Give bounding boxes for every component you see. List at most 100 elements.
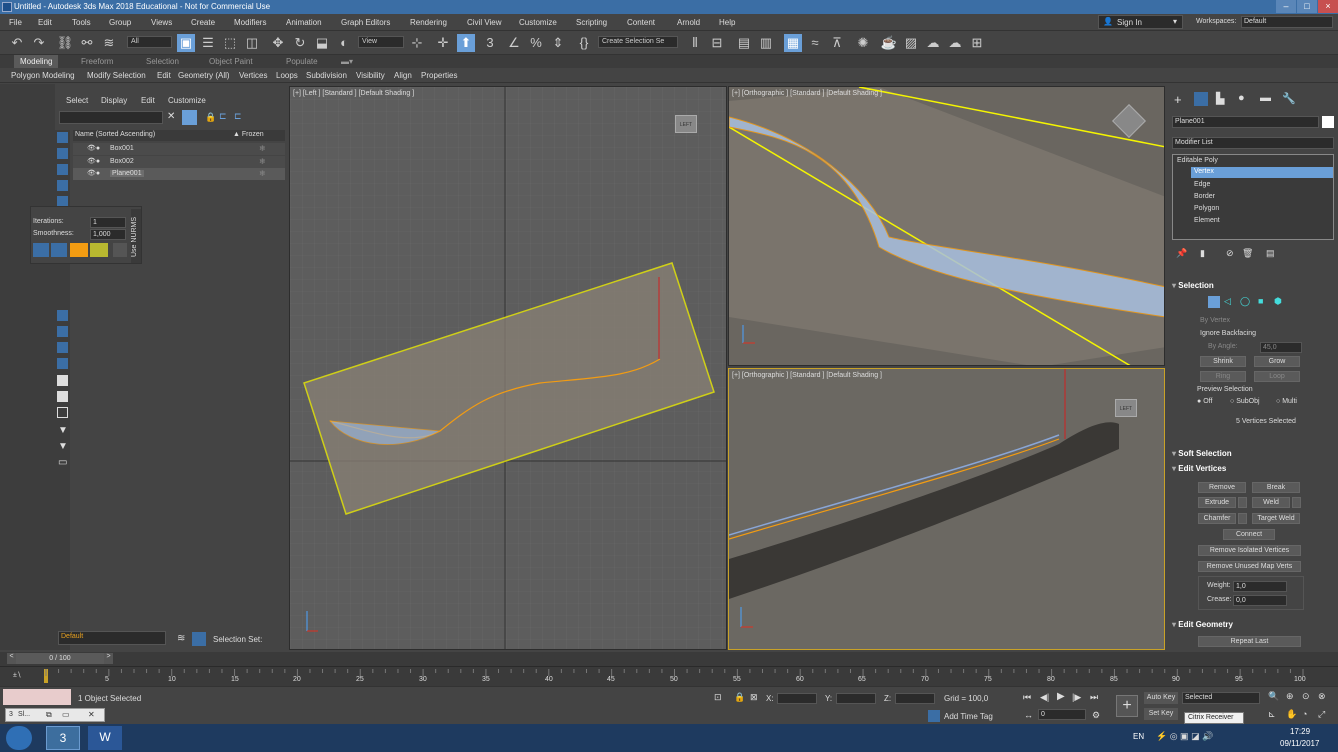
set-key-button[interactable]: Set Key [1144,708,1178,720]
freeze-icon[interactable]: ❄ [259,144,266,153]
chamfer-settings-button[interactable] [1238,513,1247,524]
section-soft-selection[interactable]: Soft Selection [1172,448,1231,460]
menu-animation[interactable]: Animation [282,14,326,31]
pin-stack-icon[interactable]: 📌 [1176,248,1187,259]
by-vertex-checkbox[interactable]: By Vertex [1200,317,1230,324]
play-icon[interactable]: ▶ [1057,691,1065,702]
tab-selection[interactable]: Selection [140,55,185,68]
viewport-orthographic-bottom[interactable]: [+] [Orthographic ] [Standard ] [Default… [728,368,1165,650]
explorer-menu-customize[interactable]: Customize [168,96,206,105]
render-in-cloud-icon[interactable]: ☁ [946,34,964,52]
go-to-start-icon[interactable]: ⏮ [1023,692,1031,703]
zoom-icon[interactable]: 🔍 [1268,691,1279,702]
menu-graph-editors[interactable]: Graph Editors [337,14,394,31]
menu-help[interactable]: Help [715,14,739,31]
maximize-viewport-icon[interactable]: ⤢ [1318,709,1325,720]
spinner-snap-icon[interactable]: ⇕ [549,34,567,52]
freeze-icon[interactable]: ❄ [259,169,266,178]
ok-button[interactable] [70,243,88,257]
ribbon-align[interactable]: Align [392,68,414,83]
ribbon-options-icon[interactable]: ▬▾ [335,55,359,68]
ribbon-vertices[interactable]: Vertices [237,68,269,83]
render-setup-icon[interactable]: ☕ [880,34,898,52]
visibility-icon[interactable]: 👁● [87,169,100,177]
selection-filter-dropdown[interactable]: All [127,36,172,48]
ribbon-modify-selection[interactable]: Modify Selection [85,68,148,83]
maximize-icon[interactable]: ▭ [62,710,70,719]
viewport-label[interactable]: [+] [Orthographic ] [Standard ] [Default… [732,90,882,97]
tab-freeform[interactable]: Freeform [75,55,119,68]
minimize-button[interactable]: – [1276,0,1296,13]
next-frame-icon[interactable]: > [104,653,113,664]
hierarchy-tab-icon[interactable]: ▙ [1216,92,1224,105]
layers-stack-icon[interactable]: ≋ [177,633,185,644]
display-cameras-icon[interactable] [57,180,68,191]
rotate-icon[interactable]: ↻ [291,34,309,52]
crease-spinner[interactable]: 0,0 [1233,595,1287,606]
layer-dropdown[interactable]: Default [58,631,166,645]
link-icon[interactable]: ⛓ [56,34,74,52]
menu-customize[interactable]: Customize [515,14,561,31]
ribbon-loops[interactable]: Loops [274,68,300,83]
explorer-menu-display[interactable]: Display [101,96,127,105]
window-crossing-icon[interactable]: ◫ [243,34,261,52]
modifier-list-dropdown[interactable]: Modifier List [1172,137,1334,149]
hierarchy-icon[interactable]: ⊏ [219,111,227,122]
viewcube[interactable]: LEFT [1115,399,1137,417]
utilities-tab-icon[interactable]: 🔧 [1282,92,1296,105]
edit-named-selection-icon[interactable]: {} [575,34,593,52]
funnel-icon[interactable]: ▼ [58,425,68,436]
grow-button[interactable]: Grow [1254,356,1300,367]
display-none-filter-icon[interactable] [57,391,68,402]
ignore-backfacing-checkbox[interactable]: Ignore Backfacing [1200,330,1256,337]
display-groups-icon[interactable] [57,326,68,337]
column-name[interactable]: Name (Sorted Ascending) [75,131,155,138]
section-selection[interactable]: Selection [1172,280,1214,292]
pan-icon[interactable]: ✋ [1286,709,1297,720]
zoom-extents-icon[interactable]: ⊙ [1302,691,1310,702]
angle-spinner[interactable]: 45,0 [1260,342,1302,353]
layers-icon[interactable]: ⊏ [234,111,242,122]
unlink-icon[interactable]: ⚯ [78,34,96,52]
viewport-left[interactable]: [+] [Left ] [Standard ] [Default Shading… [289,86,727,650]
x-coordinate-field[interactable] [777,693,817,704]
select-object-icon[interactable]: ▣ [177,34,195,52]
zoom-all-icon[interactable]: ⊕ [1286,691,1294,702]
break-button[interactable]: Break [1252,482,1300,493]
undo-icon[interactable]: ↶ [8,34,26,52]
by-angle-checkbox[interactable]: By Angle: [1208,343,1238,350]
menu-group[interactable]: Group [105,14,135,31]
key-filter-dropdown[interactable]: Selected [1182,692,1260,704]
maximize-button[interactable]: □ [1297,0,1317,13]
display-space-warps-icon[interactable] [57,310,68,321]
menu-create[interactable]: Create [187,14,219,31]
menu-content[interactable]: Content [623,14,659,31]
preview-icon[interactable] [51,243,67,257]
a360-gallery-icon[interactable]: ⊞ [968,34,986,52]
tray-icons[interactable]: ⚡ ◎ ▣ ◪ 🔊 [1156,731,1213,742]
display-shapes-icon[interactable] [57,148,68,159]
polygon-mode-icon[interactable]: ■ [1258,296,1263,306]
preview-off-radio[interactable]: ● Off [1197,398,1212,405]
language-indicator[interactable]: EN [1133,732,1144,741]
toggle-ribbon-icon[interactable]: ▥ [757,34,775,52]
pivot-icon[interactable]: ⊹ [408,34,426,52]
object-color-swatch[interactable] [1322,116,1334,128]
align-icon[interactable]: ⊟ [708,34,726,52]
time-slider[interactable]: < 0 / 100 > [0,652,1338,666]
material-editor-icon[interactable]: ✺ [854,34,872,52]
track-bar-toggle-icon[interactable]: ±∖ [13,671,21,679]
rectangular-selection-icon[interactable]: ⬚ [221,34,239,52]
taskbar-preview[interactable]: 3 Sl... ⧉ ▭ ✕ [5,708,105,722]
explorer-menu-select[interactable]: Select [66,96,88,105]
display-geometry-icon[interactable] [57,132,68,143]
tab-populate[interactable]: Populate [280,55,324,68]
current-frame-field[interactable]: 0 [1038,709,1086,720]
explorer-menu-edit[interactable]: Edit [141,96,155,105]
display-xrefs-icon[interactable] [57,342,68,353]
object-name-field[interactable]: Plane001 [1172,116,1319,128]
go-to-end-icon[interactable]: ⏭ [1090,692,1098,703]
maxscript-listener[interactable] [3,689,71,705]
percent-snap-icon[interactable]: % [527,34,545,52]
weight-spinner[interactable]: 1,0 [1233,581,1287,592]
